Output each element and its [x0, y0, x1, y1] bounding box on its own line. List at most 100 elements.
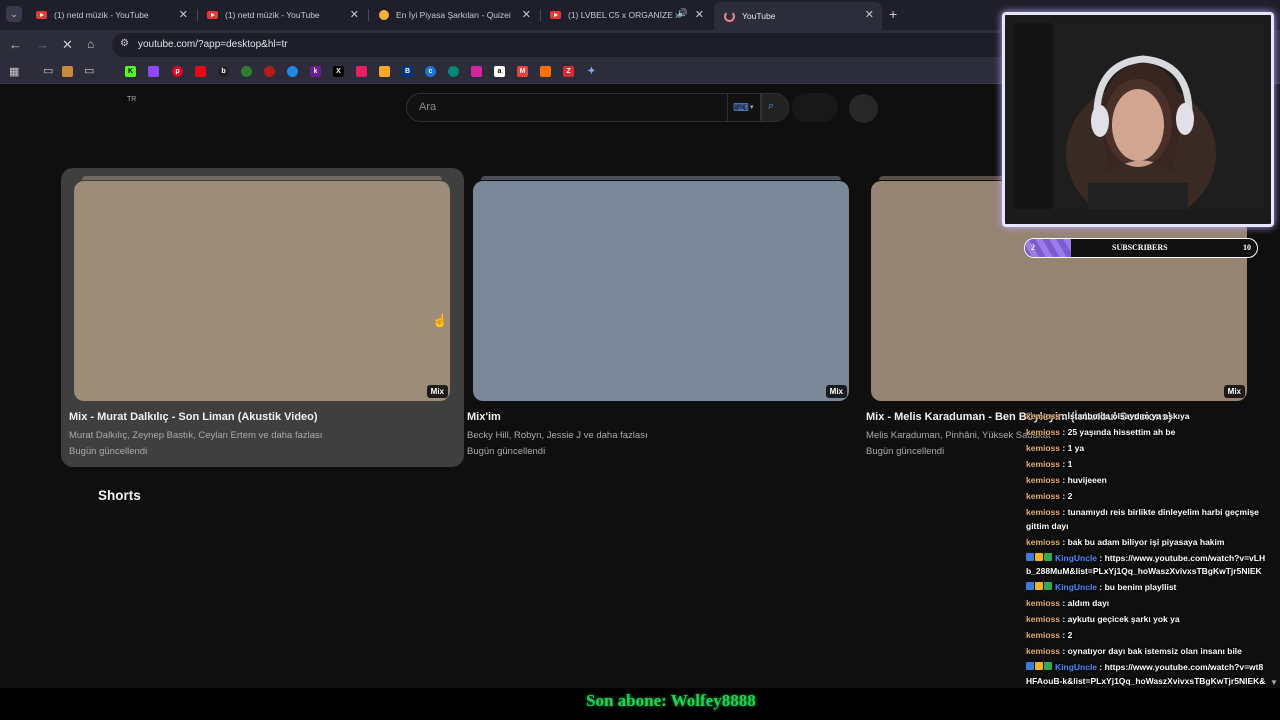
- video-thumbnail[interactable]: Mix: [74, 176, 450, 401]
- subscriber-goal: 10: [1243, 243, 1251, 252]
- new-tab-icon[interactable]: +: [889, 6, 897, 22]
- tab-title: YouTube: [742, 11, 776, 21]
- chat-message: kemioss : huvijeeen: [1026, 474, 1266, 488]
- bookmark-red-icon[interactable]: [264, 66, 275, 77]
- chat-separator: :: [1060, 630, 1068, 640]
- chat-username: kemioss: [1026, 598, 1061, 608]
- bookmark-icon[interactable]: [62, 66, 73, 77]
- bookmark-pink-icon[interactable]: [356, 66, 367, 77]
- video-channels[interactable]: Melis Karaduman, Pinhâni, Yüksek Sadakat: [866, 430, 1051, 441]
- folder-icon[interactable]: ▭: [84, 64, 94, 77]
- video-thumbnail[interactable]: Mix: [473, 176, 849, 401]
- webcam-frame: [1002, 12, 1274, 227]
- video-title[interactable]: Mix - Murat Dalkılıç - Son Liman (Akusti…: [69, 411, 318, 423]
- chat-separator: :: [1060, 491, 1068, 501]
- badge-icon: [1035, 582, 1043, 590]
- kick-icon[interactable]: K: [125, 66, 136, 77]
- mix-badge: Mix: [825, 385, 847, 398]
- chat-username: kemioss: [1026, 630, 1061, 640]
- stop-loading-icon[interactable]: ✕: [62, 37, 73, 53]
- tab-search-icon[interactable]: ⌄: [6, 6, 22, 22]
- chat-message: kemioss : tunamıydı reis birlikte dinley…: [1026, 506, 1266, 533]
- pinterest-icon[interactable]: p: [172, 66, 183, 77]
- site-settings-icon[interactable]: ⚙: [120, 38, 129, 49]
- search-button[interactable]: ⌕: [761, 93, 789, 122]
- bookmark-orange-icon[interactable]: [540, 66, 551, 77]
- chat-text: 2: [1067, 491, 1073, 501]
- chat-message: kemioss : bak bu adam biliyor işi piyasa…: [1026, 536, 1266, 550]
- instagram-icon[interactable]: [471, 66, 482, 77]
- badge-icon: [1044, 582, 1052, 590]
- tab-1[interactable]: (1) netd müzik - YouTube ✕: [26, 4, 196, 26]
- chat-text: 2: [1067, 630, 1073, 640]
- chat-message: kemioss : 2: [1026, 490, 1266, 504]
- tab-title: (1) netd müzik - YouTube: [225, 10, 320, 20]
- tab-title: (1) netd müzik - YouTube: [54, 10, 149, 20]
- bookmark-c-icon[interactable]: c: [425, 66, 436, 77]
- bookmark-z-icon[interactable]: Z: [563, 66, 574, 77]
- chat-username: kemioss: [1026, 536, 1061, 547]
- chat-message: kemioss : 1: [1026, 458, 1266, 472]
- folder-icon[interactable]: ▭: [43, 64, 53, 77]
- amazon-icon[interactable]: a: [494, 66, 505, 77]
- bookmark-teal-icon[interactable]: [448, 66, 459, 77]
- stream-bottom-bar: Son abone: Wolfey8888: [0, 688, 1280, 720]
- tab-5-active[interactable]: YouTube ✕: [714, 2, 882, 30]
- video-channels[interactable]: Murat Dalkılıç, Zeynep Bastık, Ceylan Er…: [69, 430, 322, 441]
- video-channels[interactable]: Becky Hill, Robyn, Jessie J ve daha fazl…: [467, 430, 648, 441]
- bookmark-b-icon[interactable]: b: [218, 66, 229, 77]
- chat-username: KingUncle: [1055, 582, 1098, 592]
- avatar[interactable]: [849, 94, 878, 123]
- chat-username: kemioss: [1026, 427, 1061, 437]
- mix-badge: Mix: [1223, 385, 1245, 398]
- youtube-icon: [550, 11, 561, 19]
- close-icon[interactable]: ✕: [179, 8, 188, 21]
- back-icon[interactable]: ←: [9, 37, 22, 52]
- voice-search-button[interactable]: [792, 93, 838, 122]
- chat-separator: :: [1060, 646, 1068, 656]
- badge-icon: [1044, 552, 1052, 561]
- gmail-icon[interactable]: M: [517, 66, 528, 77]
- close-icon[interactable]: ✕: [695, 8, 704, 21]
- home-icon[interactable]: ⌂: [87, 37, 94, 51]
- gemini-icon[interactable]: ✦: [586, 66, 597, 77]
- close-icon[interactable]: ✕: [522, 8, 531, 21]
- chat-message: kemioss : aykutu geçicek şarkı yok ya: [1026, 613, 1266, 627]
- search-box[interactable]: [406, 93, 728, 122]
- video-updated: Bugün güncellendi: [69, 446, 148, 457]
- bookmark-yellow-icon[interactable]: [379, 66, 390, 77]
- keyboard-button[interactable]: ⌨ ▾: [727, 93, 761, 122]
- search-input[interactable]: [419, 101, 699, 113]
- bookmark-k-icon[interactable]: k: [310, 66, 321, 77]
- chat-text: oynatıyor dayı bak istemsiz olan insanı …: [1067, 646, 1242, 656]
- chat-message: kemioss : oynatıyor dayı bak istemsiz ol…: [1026, 645, 1266, 659]
- chat-text: 1 ya: [1067, 443, 1085, 453]
- speaker-icon[interactable]: 🔊: [677, 8, 688, 19]
- chat-username: kemioss: [1026, 646, 1061, 656]
- tab-4[interactable]: (1) LVBEL C5 x ORGANİZE x JE 🔊 ✕: [540, 4, 712, 26]
- chat-separator: :: [1060, 427, 1068, 437]
- chat-badges: [1026, 581, 1053, 595]
- netflix-icon[interactable]: [195, 66, 206, 77]
- chat-username: KingUncle: [1055, 662, 1098, 672]
- tab-2[interactable]: (1) netd müzik - YouTube ✕: [197, 4, 367, 26]
- chat-scroll-down-icon[interactable]: ▼: [1270, 678, 1278, 687]
- video-title[interactable]: Mix'im: [467, 411, 501, 423]
- chat-username: kemioss: [1026, 443, 1061, 453]
- url-text[interactable]: youtube.com/?app=desktop&hl=tr: [138, 39, 288, 50]
- booking-icon[interactable]: B: [402, 66, 413, 77]
- chat-message: kemioss : 25 yaşında hissettim ah be: [1026, 426, 1266, 440]
- bookmark-blue-icon[interactable]: [287, 66, 298, 77]
- chat-username: kemioss: [1026, 459, 1061, 469]
- shorts-heading: Shorts: [98, 488, 141, 503]
- close-icon[interactable]: ✕: [350, 8, 359, 21]
- apps-grid-icon[interactable]: ▦: [9, 65, 19, 78]
- bookmark-green-icon[interactable]: [241, 66, 252, 77]
- twitch-icon[interactable]: [148, 66, 159, 77]
- tab-3[interactable]: En İyi Piyasa Şarkıları - Quizei ✕: [369, 4, 539, 26]
- x-icon[interactable]: X: [333, 66, 344, 77]
- forward-icon[interactable]: →: [36, 37, 49, 52]
- chat-text: 1: [1067, 459, 1073, 469]
- omnibox[interactable]: ⚙ youtube.com/?app=desktop&hl=tr: [112, 33, 1012, 57]
- close-icon[interactable]: ✕: [865, 8, 874, 21]
